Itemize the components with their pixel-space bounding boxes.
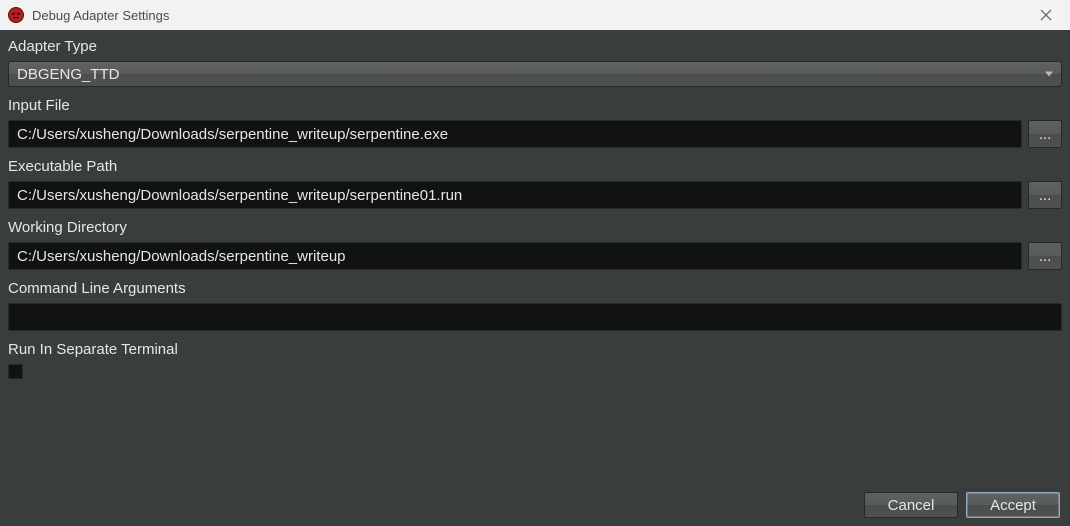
- title-bar: Debug Adapter Settings: [0, 0, 1070, 30]
- input-file-field[interactable]: [8, 120, 1022, 148]
- adapter-type-label: Adapter Type: [8, 38, 1062, 55]
- close-icon: [1040, 9, 1052, 21]
- command-line-arguments-field[interactable]: [8, 303, 1062, 331]
- window-title: Debug Adapter Settings: [32, 8, 169, 23]
- run-in-separate-terminal-checkbox[interactable]: [8, 364, 23, 379]
- working-directory-browse-button[interactable]: ...: [1028, 242, 1062, 270]
- working-directory-label: Working Directory: [8, 219, 1062, 236]
- ellipsis-icon: ...: [1039, 248, 1052, 265]
- executable-path-field[interactable]: [8, 181, 1022, 209]
- executable-path-label: Executable Path: [8, 158, 1062, 175]
- adapter-type-dropdown[interactable]: DBGENG_TTD: [8, 61, 1062, 87]
- run-in-separate-terminal-label: Run In Separate Terminal: [8, 341, 1062, 358]
- accept-button[interactable]: Accept: [966, 492, 1060, 518]
- ellipsis-icon: ...: [1039, 187, 1052, 204]
- app-icon: [8, 7, 24, 23]
- input-file-browse-button[interactable]: ...: [1028, 120, 1062, 148]
- working-directory-field[interactable]: [8, 242, 1022, 270]
- command-line-arguments-label: Command Line Arguments: [8, 280, 1062, 297]
- executable-path-browse-button[interactable]: ...: [1028, 181, 1062, 209]
- adapter-type-value: DBGENG_TTD: [17, 66, 120, 83]
- cancel-button[interactable]: Cancel: [864, 492, 958, 518]
- window-close-button[interactable]: [1026, 0, 1066, 30]
- dialog-content: Adapter Type DBGENG_TTD Input File ... E…: [0, 30, 1070, 387]
- input-file-label: Input File: [8, 97, 1062, 114]
- ellipsis-icon: ...: [1039, 126, 1052, 143]
- dialog-footer: Cancel Accept: [864, 492, 1060, 518]
- chevron-down-icon: [1045, 72, 1053, 77]
